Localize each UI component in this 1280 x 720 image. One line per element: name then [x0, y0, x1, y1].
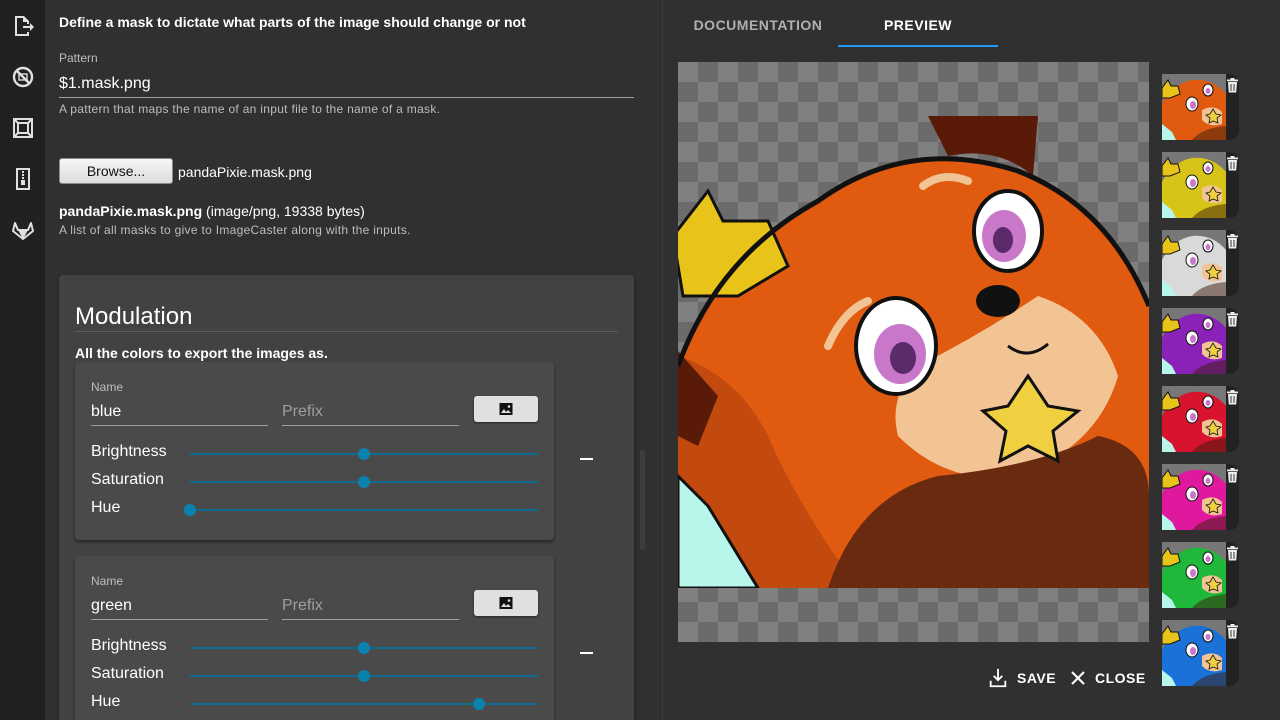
- brightness-label: Brightness: [91, 637, 167, 654]
- saturation-slider[interactable]: [190, 670, 538, 682]
- color-name-input[interactable]: [91, 592, 268, 620]
- tab-indicator: [838, 45, 998, 47]
- thumbnail-item[interactable]: [1162, 620, 1239, 686]
- delete-icon[interactable]: [1226, 156, 1239, 171]
- preview-panel: DOCUMENTATION PREVIEW SAVE CLOSE: [662, 0, 1280, 720]
- minus-icon: [580, 652, 593, 654]
- resize-icon[interactable]: [11, 116, 35, 140]
- thumbnail-item[interactable]: [1162, 152, 1239, 218]
- gitlab-icon[interactable]: [11, 218, 35, 242]
- saturation-slider-thumb[interactable]: [358, 476, 370, 488]
- modulation-card: Modulation All the colors to export the …: [59, 275, 634, 720]
- hue-slider-thumb[interactable]: [184, 504, 196, 516]
- save-button[interactable]: SAVE: [987, 666, 1056, 690]
- remove-color-button[interactable]: [579, 451, 595, 467]
- close-button[interactable]: CLOSE: [1069, 666, 1146, 690]
- brightness-slider-thumb[interactable]: [358, 448, 370, 460]
- delete-icon[interactable]: [1226, 390, 1239, 405]
- scrollbar-thumb[interactable]: [640, 450, 645, 550]
- hue-slider[interactable]: [184, 504, 538, 516]
- image-button[interactable]: [474, 590, 538, 616]
- close-icon: [1071, 671, 1085, 685]
- archive-icon[interactable]: [11, 167, 35, 191]
- modulation-subtitle: All the colors to export the images as.: [75, 345, 328, 361]
- thumbnail-item[interactable]: [1162, 230, 1239, 296]
- pattern-help-text: A pattern that maps the name of an input…: [59, 102, 441, 116]
- delete-icon[interactable]: [1226, 234, 1239, 249]
- name-label: Name: [91, 380, 124, 394]
- browse-button[interactable]: Browse...: [59, 158, 173, 184]
- brightness-slider[interactable]: [190, 642, 538, 654]
- delete-icon[interactable]: [1226, 468, 1239, 483]
- saturation-label: Saturation: [91, 665, 164, 682]
- thumbnail-image: [1162, 386, 1226, 452]
- thumbnail-image: [1162, 308, 1226, 374]
- thumbnail-item[interactable]: [1162, 308, 1239, 374]
- settings-panel: Define a mask to dictate what parts of t…: [45, 0, 662, 720]
- color-card-blue: Name Brightness Saturation Hue: [75, 362, 554, 540]
- file-help-text: A list of all masks to give to ImageCast…: [59, 223, 411, 237]
- thumbnail-item[interactable]: [1162, 74, 1239, 140]
- thumbnail-item[interactable]: [1162, 542, 1239, 608]
- thumbnail-item[interactable]: [1162, 464, 1239, 530]
- file-info: pandaPixie.mask.png (image/png, 19338 by…: [59, 203, 365, 219]
- tab-preview[interactable]: PREVIEW: [838, 0, 998, 48]
- selected-file-name: pandaPixie.mask.png: [178, 164, 312, 180]
- export-icon[interactable]: [11, 14, 35, 38]
- image-icon: [499, 403, 513, 415]
- save-label: SAVE: [1017, 670, 1057, 686]
- color-name-input[interactable]: [91, 398, 268, 426]
- thumbnail-image: [1162, 620, 1226, 686]
- file-info-name: pandaPixie.mask.png: [59, 203, 203, 219]
- prefix-input[interactable]: [282, 592, 459, 620]
- image-icon: [499, 597, 513, 609]
- sidebar: [0, 0, 45, 720]
- thumbnail-image: [1162, 542, 1226, 608]
- saturation-slider[interactable]: [190, 476, 538, 488]
- download-icon: [989, 668, 1007, 688]
- close-label: CLOSE: [1095, 670, 1146, 686]
- pattern-label: Pattern: [59, 51, 98, 65]
- hue-slider-thumb[interactable]: [472, 698, 485, 710]
- hue-slider[interactable]: [190, 698, 538, 710]
- thumbnail-image: [1162, 152, 1226, 218]
- delete-icon[interactable]: [1226, 624, 1239, 639]
- thumbnail-image: [1162, 74, 1226, 140]
- tab-documentation[interactable]: DOCUMENTATION: [678, 0, 838, 48]
- minus-icon: [580, 458, 593, 460]
- color-card-green: Name Brightness Saturation Hue: [75, 556, 554, 720]
- brightness-slider-thumb[interactable]: [358, 642, 370, 654]
- saturation-label: Saturation: [91, 471, 164, 488]
- hue-label: Hue: [91, 499, 121, 516]
- saturation-slider-thumb[interactable]: [358, 670, 370, 682]
- image-button[interactable]: [474, 396, 538, 422]
- delete-icon[interactable]: [1226, 78, 1239, 93]
- character-artwork: [678, 116, 1149, 588]
- thumbnail-item[interactable]: [1162, 386, 1239, 452]
- prefix-input[interactable]: [282, 398, 459, 426]
- modulation-title: Modulation: [75, 303, 193, 330]
- hue-label: Hue: [91, 693, 121, 710]
- brightness-slider[interactable]: [190, 448, 538, 460]
- brightness-label: Brightness: [91, 443, 167, 460]
- divider: [75, 331, 618, 332]
- remove-color-button[interactable]: [579, 645, 595, 661]
- preview-image: [678, 62, 1149, 642]
- name-label: Name: [91, 574, 124, 588]
- pattern-input[interactable]: [59, 71, 634, 98]
- delete-icon[interactable]: [1226, 546, 1239, 561]
- mask-description: Define a mask to dictate what parts of t…: [59, 14, 526, 30]
- thumbnail-image: [1162, 464, 1226, 530]
- thumbnail-image: [1162, 230, 1226, 296]
- delete-icon[interactable]: [1226, 312, 1239, 327]
- file-info-meta: (image/png, 19338 bytes): [202, 203, 365, 219]
- blocked-icon[interactable]: [11, 65, 35, 89]
